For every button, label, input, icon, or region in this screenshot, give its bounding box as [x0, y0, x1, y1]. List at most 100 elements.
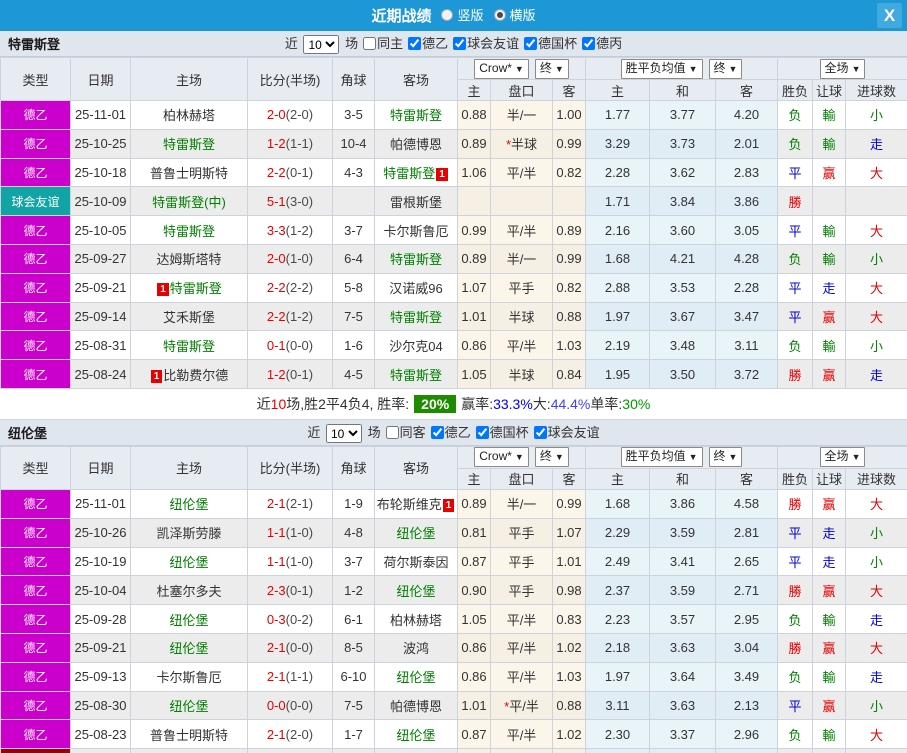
away-team-name[interactable]: 汉诺威96 — [389, 281, 442, 296]
away-team-name[interactable]: 雷根斯堡 — [390, 195, 442, 210]
away-team-name[interactable]: 特雷斯登 — [383, 166, 435, 181]
halftime-score: (1-1) — [285, 136, 314, 152]
home-team-name[interactable]: 特雷斯登 — [163, 137, 215, 152]
home-team-name[interactable]: 特雷斯登 — [163, 339, 215, 354]
away-team-name[interactable]: 沙尔克04 — [389, 339, 442, 354]
match-row: 德乙 25-10-04 杜塞尔多夫 2-3(0-1) 1-2 纽伦堡 0.90 平手 0.98 2… — [0, 575, 907, 606]
result-handicap: 赢 — [812, 157, 847, 188]
result-goals: 大 — [845, 632, 907, 663]
home-team-name[interactable]: 纽伦堡 — [169, 699, 208, 714]
home-team-name[interactable]: 特雷斯登 — [170, 281, 222, 296]
home-team-name[interactable]: 杜塞尔多夫 — [156, 584, 221, 599]
home-team-name[interactable]: 比勒费尔德 — [163, 368, 228, 383]
away-team-name[interactable]: 纽伦堡 — [396, 670, 435, 685]
avg-home: 2.49 — [585, 546, 650, 577]
home-team-cell: 特雷斯登 — [130, 128, 248, 159]
chevron-down-icon: ▼ — [851, 452, 861, 463]
home-team-name[interactable]: 达姆斯塔特 — [156, 252, 221, 267]
same-venue-checkbox[interactable] — [385, 425, 399, 439]
filter-prefix-label: 近 — [307, 424, 321, 440]
away-team-name[interactable]: 荷尔斯泰因 — [383, 555, 448, 570]
fulltime-score: 2-2 — [266, 280, 286, 296]
home-team-name[interactable]: 纽伦堡 — [169, 613, 208, 628]
result-handicap: 輸 — [812, 661, 847, 692]
away-team-name[interactable]: 纽伦堡 — [396, 728, 435, 743]
home-team-name[interactable]: 普鲁士明斯特 — [150, 166, 228, 181]
away-team-name[interactable]: 帕德博恩 — [390, 699, 442, 714]
odds-line: 平手 — [490, 575, 553, 606]
away-team-name[interactable]: 波鸿 — [403, 641, 429, 656]
odds-source-dropdown[interactable]: 终 ▼ — [534, 58, 569, 79]
games-count-select[interactable]: 10 — [325, 424, 362, 443]
odds-source-dropdown[interactable]: 终 ▼ — [534, 447, 569, 468]
home-team-name[interactable]: 纽伦堡 — [169, 555, 208, 570]
sub-column-header: 盘口 — [490, 79, 553, 101]
away-team-name[interactable]: 帕德博恩 — [390, 137, 442, 152]
odds-source-dropdown[interactable]: Crow* ▼ — [474, 58, 529, 79]
league-checkbox-2[interactable] — [524, 36, 538, 50]
team-name: 特雷斯登 — [8, 37, 61, 52]
home-team-name[interactable]: 普鲁士明斯特 — [150, 728, 228, 743]
home-team-name[interactable]: 柏林赫塔 — [163, 108, 215, 123]
fulltime-score: 2-1 — [266, 669, 286, 685]
odds-source-dropdown[interactable]: 全场 ▼ — [819, 58, 866, 79]
radio-dot-icon — [441, 8, 454, 21]
home-team-name[interactable]: 特雷斯登(中) — [152, 195, 226, 210]
match-row: 德国杯25-08-16勒蒂森3-3(2-0)2-7纽伦堡0.88*一/球半0.8… — [0, 748, 907, 753]
league-checkbox-0[interactable] — [430, 425, 444, 439]
same-venue-checkbox[interactable] — [363, 36, 377, 50]
avg-draw: 3.73 — [649, 128, 716, 159]
layout-radio-1[interactable]: 横版 — [493, 5, 536, 24]
odds-source-dropdown[interactable]: Crow* ▼ — [474, 447, 529, 468]
home-team-name[interactable]: 特雷斯登 — [163, 224, 215, 239]
odds-source-dropdown[interactable]: 终 ▼ — [708, 58, 743, 79]
odds-source-dropdown[interactable]: 胜平负均值 ▼ — [620, 58, 703, 79]
home-team-name[interactable]: 凯泽斯劳滕 — [156, 526, 221, 541]
odds-away: 1.01 — [552, 546, 586, 577]
away-team-name[interactable]: 特雷斯登 — [390, 368, 442, 383]
home-team-name[interactable]: 卡尔斯鲁厄 — [156, 670, 221, 685]
odds-home: 1.06 — [457, 157, 491, 188]
result-handicap: 輸 — [812, 330, 847, 361]
games-count-select[interactable]: 10 — [303, 35, 340, 55]
home-team-cell: 特雷斯登 — [130, 215, 248, 245]
away-team-name[interactable]: 卡尔斯鲁厄 — [383, 224, 448, 239]
layout-radio-0[interactable]: 竖版 — [441, 5, 484, 24]
league-checkbox-1[interactable] — [453, 36, 467, 50]
away-team-name[interactable]: 特雷斯登 — [390, 108, 442, 123]
away-team-name[interactable]: 纽伦堡 — [396, 584, 435, 599]
result-goals: 走 — [845, 359, 907, 389]
league-checkbox-1[interactable] — [475, 425, 489, 439]
avg-home: 2.28 — [585, 157, 650, 188]
league-checkbox-0[interactable] — [408, 36, 422, 50]
result-outcome: 平 — [777, 301, 814, 332]
odds-source-dropdown[interactable]: 胜平负均值 ▼ — [620, 447, 703, 468]
fulltime-score: 2-2 — [266, 308, 286, 324]
league-checkbox-2[interactable] — [533, 425, 547, 439]
away-team-name[interactable]: 特雷斯登 — [390, 252, 442, 267]
odds-line: *平/半 — [490, 690, 553, 721]
close-icon[interactable]: X — [877, 3, 902, 28]
sub-column-header: 客 — [714, 467, 779, 490]
corner-cell: 4-5 — [332, 359, 375, 389]
away-team-name[interactable]: 布轮斯维克 — [377, 497, 442, 512]
home-team-name[interactable]: 艾禾斯堡 — [163, 310, 215, 325]
home-team-name[interactable]: 纽伦堡 — [169, 497, 208, 512]
league-checkbox-3[interactable] — [582, 36, 596, 50]
away-team-name[interactable]: 纽伦堡 — [396, 526, 435, 541]
odds-home: 0.86 — [457, 632, 491, 663]
score-cell: 1-2(0-1) — [247, 359, 333, 389]
away-team-name[interactable]: 特雷斯登 — [390, 310, 442, 325]
league-type-cell: 德乙 — [0, 517, 71, 548]
filter-controls: 近 10 场 同客 德乙 德国杯 球会友谊 — [0, 422, 907, 443]
away-team-name[interactable]: 柏林赫塔 — [390, 613, 442, 628]
score-cell: 3-3(2-0) — [247, 748, 333, 753]
avg-away: 2.13 — [714, 690, 779, 721]
home-team-name[interactable]: 纽伦堡 — [169, 641, 208, 656]
home-team-cell: 特雷斯登 — [130, 330, 248, 361]
odds-source-dropdown[interactable]: 全场 ▼ — [819, 447, 866, 468]
odds-source-dropdown[interactable]: 终 ▼ — [708, 447, 743, 468]
league-type-cell: 德乙 — [0, 604, 71, 634]
result-handicap: 輸 — [812, 719, 847, 750]
avg-draw: 3.60 — [649, 215, 716, 245]
